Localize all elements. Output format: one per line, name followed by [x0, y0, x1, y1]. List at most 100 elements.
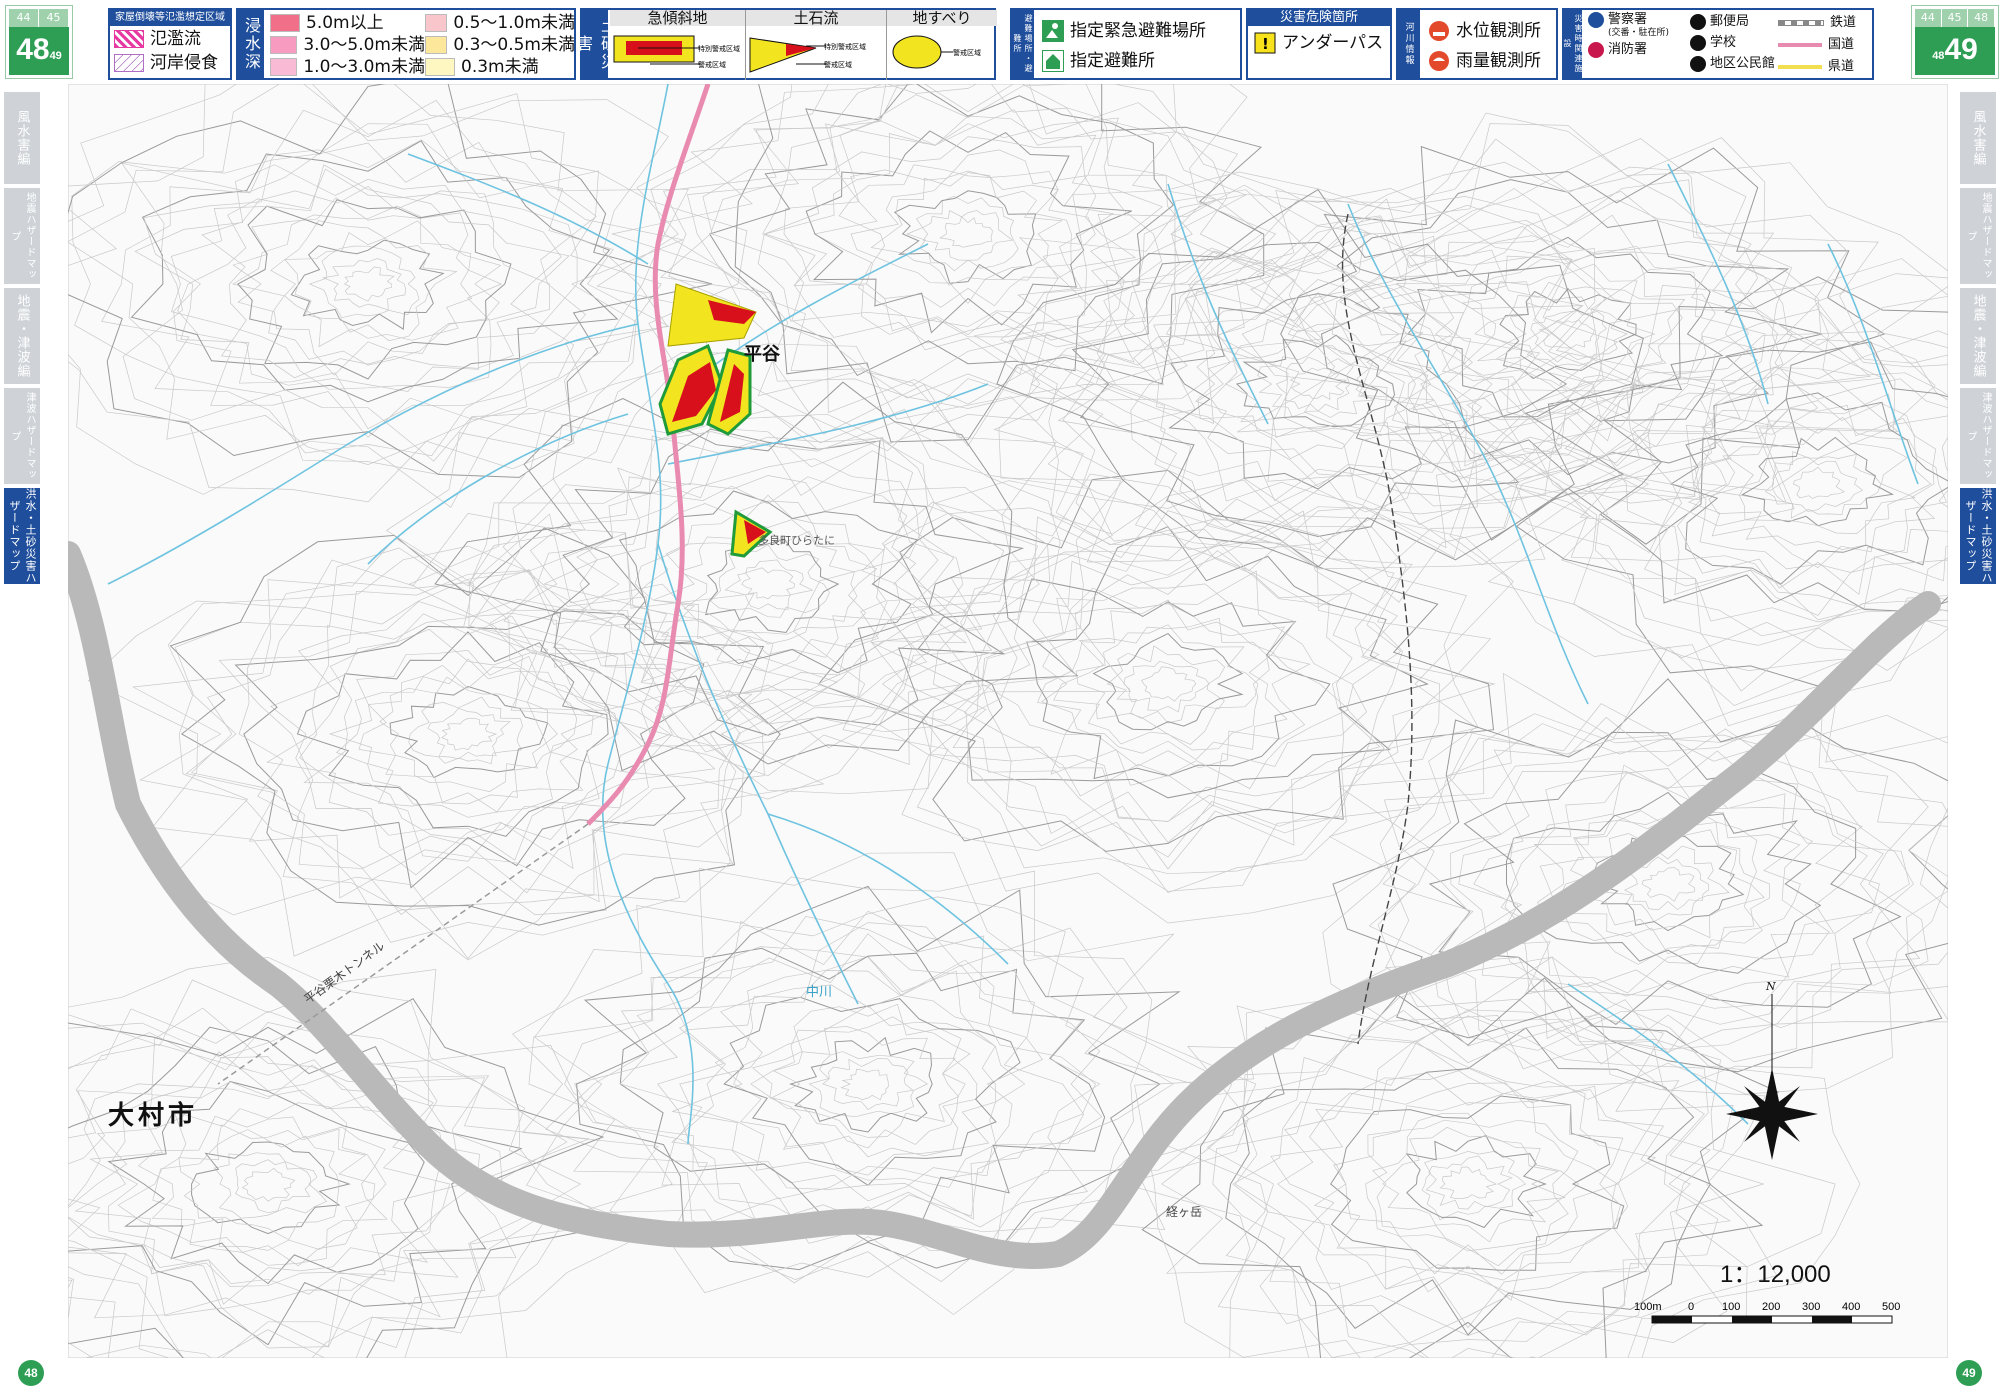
erosion-swatch: [114, 54, 144, 72]
side-tab[interactable]: 風水害編: [1960, 92, 1996, 184]
legend-sediment: 土砂災害 急傾斜地 特別警戒区域 警戒区域 土石流 特別警戒区域 警戒区域 地す…: [574, 8, 997, 80]
legend-row: 河岸侵食: [110, 52, 230, 74]
legend-river: 河川情報 水位観測所 雨量観測所: [1396, 8, 1558, 80]
page-sub-number: 48: [1932, 50, 1945, 62]
legend-evacuation: 避難場所・避難所 指定緊急避難場所 指定避難所: [1010, 8, 1242, 80]
footer-page-number: 48: [18, 1360, 44, 1386]
legend-row: 0.3～0.5m未満: [425, 34, 575, 56]
legend-label: 5.0m以上: [306, 13, 384, 33]
legend-column-title: 地すべり: [887, 10, 997, 26]
side-tab[interactable]: 地震・津波編: [1960, 288, 1996, 384]
depth-swatch: [270, 36, 298, 54]
page-tab-mini[interactable]: 44: [1915, 9, 1942, 27]
side-tab[interactable]: 地震ハザードマップ: [4, 188, 40, 284]
legend-label: 雨量観測所: [1456, 51, 1541, 71]
page-tab-mini[interactable]: 45: [1941, 9, 1969, 27]
national-road-swatch: [1778, 43, 1822, 47]
legend-title: 災害危険箇所: [1248, 10, 1390, 26]
legend-depth: 浸水深 5.0m以上 0.5～1.0m未満 3.0～5.0m未満 0.3～0.5…: [236, 8, 576, 80]
legend-debris-flow: 土石流 特別警戒区域 警戒区域: [746, 10, 887, 80]
inundation-swatch: [114, 30, 144, 48]
debris-warning-label: 警戒区域: [824, 60, 852, 69]
legend-label: 1.0～3.0m未満: [303, 57, 425, 77]
legend-row: 警察署: [1588, 12, 1669, 28]
page-tab-right: 44 45 48 4849: [1912, 6, 1998, 78]
legend-label: 県道: [1828, 59, 1855, 74]
legend-title: 家屋倒壊等氾濫想定区域: [110, 10, 230, 26]
legend-label: 氾濫流: [150, 29, 201, 49]
legend-side-label: 災害時関連施設: [1563, 10, 1583, 78]
shelter-icon: [1042, 50, 1064, 72]
debris-flow-symbol: 特別警戒区域 警戒区域: [749, 37, 866, 73]
depth-swatch: [425, 14, 448, 32]
svg-text:!: !: [1262, 35, 1269, 53]
scale-tick: 400: [1842, 1301, 1860, 1313]
legend-row: 5.0m以上: [270, 12, 425, 34]
legend-row: 消防署: [1588, 39, 1669, 61]
legend-row: 鉄道: [1778, 12, 1856, 34]
page-number: 49: [1944, 33, 1978, 66]
page-tab-mini[interactable]: 44: [9, 9, 39, 27]
page-sub-number: 49: [49, 50, 62, 62]
hazard-map[interactable]: 平谷 大村市 中川 平谷栗木トンネル 経ヶ岳 多良町ひらたに N 1：12,00…: [68, 84, 1948, 1358]
legend-row: 国道: [1778, 34, 1856, 56]
legend-row: 3.0～5.0m未満: [270, 34, 425, 56]
steep-special-label: 特別警戒区域: [698, 44, 740, 53]
legend-row: 1.0～3.0m未満: [270, 56, 425, 78]
legend-side-label: 避難場所・避難所: [1012, 10, 1034, 78]
legend-row: 氾濫流: [110, 26, 230, 52]
legend-row: 指定緊急避難場所: [1042, 16, 1206, 46]
rain-gauge-icon: [1429, 51, 1449, 71]
steep-warning-label: 警戒区域: [698, 60, 726, 69]
side-tab-active[interactable]: 洪水・土砂災害ハザードマップ: [1960, 488, 1996, 584]
page-tab-left: 44 45 4849: [6, 6, 72, 78]
side-tab-active[interactable]: 洪水・土砂災害ハザードマップ: [4, 488, 40, 584]
legend-row: 0.5～1.0m未満: [425, 12, 575, 34]
scale-tick: 300: [1802, 1301, 1820, 1313]
side-tab[interactable]: 地震・津波編: [4, 288, 40, 384]
legend-steep-slope: 急傾斜地 特別警戒区域 警戒区域: [610, 10, 746, 80]
legend-label: 消防署: [1608, 42, 1648, 57]
debris-special-label: 特別警戒区域: [824, 42, 866, 51]
legend-label: 0.5～1.0m未満: [453, 13, 575, 33]
legend-landslide: 地すべり 警戒区域: [887, 10, 997, 80]
page-tab-mini[interactable]: 45: [39, 9, 69, 27]
side-tab[interactable]: 地震ハザードマップ: [1960, 188, 1996, 284]
legend-row: 学校: [1690, 32, 1775, 54]
place-label-tara-hiratani: 多良町ひらたに: [758, 533, 835, 547]
legend-label: 水位観測所: [1456, 21, 1541, 41]
legend-row: 0.3m未満: [425, 56, 575, 78]
depth-swatch: [270, 14, 300, 32]
fire-station-icon: [1588, 42, 1604, 58]
steep-slope-symbol: 特別警戒区域 警戒区域: [613, 35, 740, 69]
legend-label: 警察署: [1608, 12, 1648, 27]
side-tab[interactable]: 津波ハザードマップ: [4, 388, 40, 484]
legend-row: 雨量観測所: [1428, 46, 1541, 76]
legend-label: 0.3～0.5m未満: [453, 35, 575, 55]
legend-sublabel: (交番・駐在所): [1608, 28, 1670, 38]
legend-label: 鉄道: [1830, 15, 1857, 30]
side-tab[interactable]: 風水害編: [4, 92, 40, 184]
community-center-icon: [1690, 56, 1706, 72]
place-label-omura-city: 大村市: [108, 1100, 198, 1131]
legend-label: 0.3m未満: [461, 57, 539, 77]
legend-facilities: 災害時関連施設 警察署 (交番・駐在所) 消防署 郵便局 学校 地区公民館 鉄道…: [1562, 8, 1874, 80]
legend-label: 学校: [1710, 35, 1737, 50]
page-number: 48: [16, 33, 50, 66]
river-label-nakagawa: 中川: [806, 985, 832, 1000]
legend-label: 3.0～5.0m未満: [303, 35, 425, 55]
page-tab-mini[interactable]: 48: [1968, 9, 1996, 27]
railway-line-swatch: [1778, 20, 1824, 26]
legend-flood-zone: 家屋倒壊等氾濫想定区域 氾濫流 河岸侵食: [108, 8, 232, 80]
scale-tick: 100m: [1634, 1301, 1662, 1313]
warning-icon: !: [1254, 32, 1276, 54]
legend-label: 指定避難所: [1070, 51, 1155, 71]
legend-label: アンダーパス: [1282, 33, 1384, 53]
legend-row: 水位観測所: [1428, 16, 1541, 46]
legend-label: 河岸侵食: [150, 53, 218, 73]
peak-label-kyogatake: 経ヶ岳: [1166, 1205, 1202, 1219]
water-level-icon: [1429, 21, 1449, 41]
landslide-label: 警戒区域: [953, 48, 981, 57]
scale-tick: 200: [1762, 1301, 1780, 1313]
side-tab[interactable]: 津波ハザードマップ: [1960, 388, 1996, 484]
